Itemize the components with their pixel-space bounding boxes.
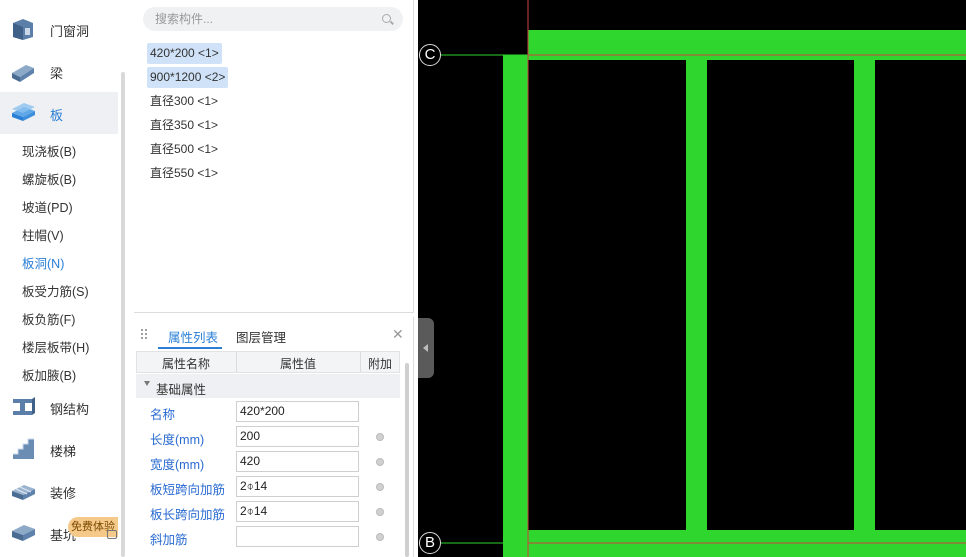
nav-category-decoration[interactable]: 装修 — [0, 470, 118, 512]
steel-structure-icon — [13, 397, 35, 415]
drawing-canvas[interactable]: C B — [418, 0, 966, 557]
property-panel: 属性列表 图层管理 ✕ 属性名称 属性值 附加 基础属性 名称 420*200 … — [134, 317, 414, 557]
drag-grip-icon[interactable] — [140, 328, 148, 340]
property-value-input[interactable]: 420*200 — [236, 401, 359, 422]
slab-elements — [503, 30, 966, 557]
nav-category-label: 装修 — [50, 486, 77, 501]
nav-subitem[interactable]: 板加腋(B) — [22, 365, 76, 384]
extra-checkbox[interactable] — [376, 508, 384, 516]
property-row: 宽度(mm) 420 — [136, 449, 400, 474]
component-list-item[interactable]: 直径550 <1> — [147, 163, 221, 184]
slab-drawing — [440, 0, 966, 557]
foundation-pit-icon — [12, 525, 35, 541]
property-table-header: 属性名称 属性值 附加 — [136, 351, 400, 373]
nav-category-label: 钢结构 — [50, 402, 90, 417]
extra-checkbox[interactable] — [376, 483, 384, 491]
extra-checkbox[interactable] — [376, 433, 384, 441]
nav-scrollbar[interactable] — [121, 72, 125, 557]
nav-subitem[interactable]: 螺旋板(B) — [22, 169, 76, 188]
component-search-input[interactable] — [155, 10, 375, 28]
collapse-arrow-icon[interactable] — [144, 381, 150, 386]
column-header-extra: 附加 — [368, 357, 393, 371]
app-window: 门窗洞 梁 板 现浇板(B) 螺旋板(B) 坡道(PD) 柱帽(V) 板洞(N)… — [0, 0, 966, 557]
component-list-item[interactable]: 420*200 <1> — [147, 43, 222, 64]
nav-category-door-window[interactable]: 门窗洞 — [0, 8, 118, 50]
nav-category-steel[interactable]: 钢结构 — [0, 386, 118, 428]
nav-subitem[interactable]: 柱帽(V) — [22, 225, 64, 244]
nav-subitem[interactable]: 现浇板(B) — [22, 141, 76, 160]
property-value-input[interactable]: 2⌽14 — [236, 501, 359, 522]
tab-property-list[interactable]: 属性列表 — [168, 327, 218, 346]
property-name: 板短跨向加筋 — [150, 483, 226, 497]
nav-category-label: 门窗洞 — [50, 24, 90, 39]
stairs-icon — [13, 438, 34, 459]
nav-subitem[interactable]: 坡道(PD) — [22, 197, 73, 216]
property-row: 板短跨向加筋 2⌽14 — [136, 474, 400, 499]
property-row: 斜加筋 — [136, 524, 400, 549]
slab-band-left[interactable] — [503, 55, 528, 557]
nav-subitem-active[interactable]: 板洞(N) — [22, 253, 64, 272]
lock-icon — [107, 530, 117, 539]
column-divider — [360, 352, 361, 372]
column-divider — [236, 352, 237, 372]
beam-icon — [12, 65, 34, 82]
component-search — [143, 7, 403, 31]
door-window-icon — [13, 19, 33, 40]
nav-category-label: 梁 — [50, 66, 64, 81]
property-value-input[interactable]: 200 — [236, 426, 359, 447]
property-name: 名称 — [150, 408, 176, 422]
component-list-panel: 420*200 <1> 900*1200 <2> 直径300 <1> 直径350… — [134, 0, 414, 313]
property-name: 长度(mm) — [150, 433, 205, 447]
slab-edge — [707, 57, 854, 60]
property-name: 斜加筋 — [150, 533, 188, 547]
property-group-label: 基础属性 — [156, 383, 207, 397]
property-name: 板长跨向加筋 — [150, 508, 226, 522]
nav-subitem[interactable]: 板受力筋(S) — [22, 281, 89, 300]
property-row: 名称 420*200 — [136, 399, 400, 424]
nav-subitem[interactable]: 板负筋(F) — [22, 309, 75, 328]
property-row: 长度(mm) 200 — [136, 424, 400, 449]
component-list-item[interactable]: 900*1200 <2> — [147, 67, 229, 88]
tab-layer-management[interactable]: 图层管理 — [236, 327, 286, 346]
axis-label-c[interactable]: C — [419, 44, 441, 66]
close-icon[interactable]: ✕ — [392, 326, 404, 343]
component-type-nav: 门窗洞 梁 板 现浇板(B) 螺旋板(B) 坡道(PD) 柱帽(V) 板洞(N)… — [0, 0, 129, 557]
property-value-input[interactable]: 420 — [236, 451, 359, 472]
nav-category-beam[interactable]: 梁 — [0, 50, 118, 92]
nav-category-label: 楼梯 — [50, 444, 77, 459]
decoration-icon — [12, 485, 35, 500]
extra-checkbox[interactable] — [376, 458, 384, 466]
axis-label-b[interactable]: B — [419, 532, 441, 554]
component-list-item[interactable]: 直径300 <1> — [147, 91, 221, 112]
component-list-item[interactable]: 直径500 <1> — [147, 139, 221, 160]
nav-category-slab[interactable]: 板 — [0, 92, 118, 134]
slab-rib[interactable] — [854, 57, 875, 532]
slab-icon — [12, 103, 35, 121]
property-panel-scrollbar[interactable] — [405, 363, 409, 557]
component-list-item[interactable]: 直径350 <1> — [147, 115, 221, 136]
panel-collapse-handle[interactable] — [418, 318, 434, 378]
slab-rib[interactable] — [686, 57, 707, 532]
property-value-input[interactable]: 2⌽14 — [236, 476, 359, 497]
extra-checkbox[interactable] — [376, 533, 384, 541]
nav-subitem[interactable]: 楼层板带(H) — [22, 337, 89, 356]
slab-edge — [875, 57, 966, 60]
nav-category-label: 板 — [50, 108, 64, 123]
property-name: 宽度(mm) — [150, 458, 205, 472]
slab-edge — [528, 57, 686, 60]
search-icon[interactable] — [382, 14, 391, 23]
column-header-name: 属性名称 — [162, 357, 211, 371]
column-header-value: 属性值 — [280, 357, 317, 371]
nav-category-stairs[interactable]: 楼梯 — [0, 428, 118, 470]
active-tab-indicator — [158, 347, 222, 349]
slab-band-top[interactable] — [528, 30, 966, 57]
property-row: 板长跨向加筋 2⌽14 — [136, 499, 400, 524]
property-group-basic[interactable]: 基础属性 — [136, 374, 400, 398]
property-value-input[interactable] — [236, 526, 359, 547]
